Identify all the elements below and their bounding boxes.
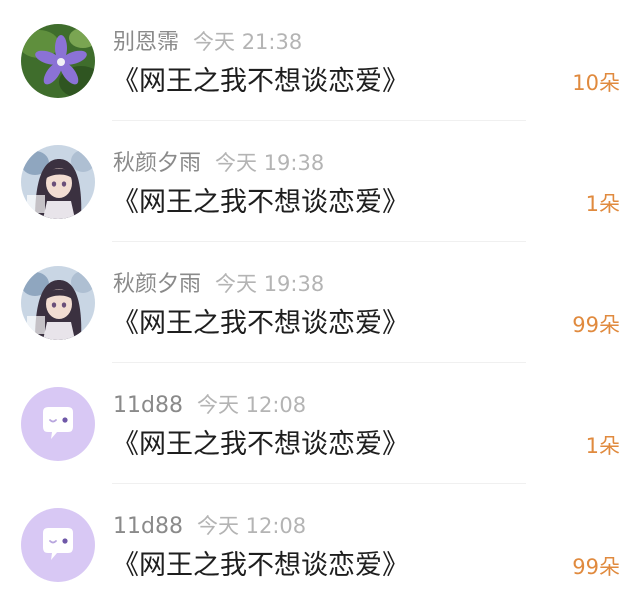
book-title[interactable]: 《网王之我不想谈恋爱》 (112, 548, 409, 584)
flower-count: 99朵 (572, 313, 620, 337)
flower-count: 1朵 (585, 192, 620, 216)
flower-count: 1朵 (585, 434, 620, 458)
username[interactable]: 秋颜夕雨 (113, 151, 201, 176)
list-item[interactable]: 别恩霈 今天 21:38 《网王之我不想谈恋爱》 10朵 (0, 0, 640, 121)
username[interactable]: 11d88 (113, 514, 183, 539)
book-title[interactable]: 《网王之我不想谈恋爱》 (112, 185, 409, 221)
list-item[interactable]: 11d88 今天 12:08 《网王之我不想谈恋爱》 99朵 (0, 484, 640, 605)
list-item[interactable]: 11d88 今天 12:08 《网王之我不想谈恋爱》 1朵 (0, 363, 640, 484)
book-title[interactable]: 《网王之我不想谈恋爱》 (112, 64, 409, 100)
list-item[interactable]: 秋颜夕雨 今天 19:38 《网王之我不想谈恋爱》 1朵 (0, 121, 640, 242)
timestamp: 今天 12:08 (196, 393, 307, 417)
username[interactable]: 秋颜夕雨 (113, 272, 201, 297)
flower-count: 99朵 (572, 555, 620, 579)
default-chat-bubble-avatar[interactable] (21, 387, 95, 461)
book-title[interactable]: 《网王之我不想谈恋爱》 (112, 427, 409, 463)
username[interactable]: 11d88 (113, 393, 183, 418)
anime-girl-avatar[interactable] (21, 145, 95, 219)
flower-avatar[interactable] (21, 24, 95, 98)
timestamp: 今天 19:38 (215, 151, 325, 175)
list-item[interactable]: 秋颜夕雨 今天 19:38 《网王之我不想谈恋爱》 99朵 (0, 242, 640, 363)
flower-count: 10朵 (572, 71, 620, 95)
timestamp: 今天 21:38 (193, 30, 303, 54)
gift-record-list: 别恩霈 今天 21:38 《网王之我不想谈恋爱》 10朵 秋颜夕雨 今天 19:38 (0, 0, 640, 609)
book-title[interactable]: 《网王之我不想谈恋爱》 (112, 306, 409, 342)
timestamp: 今天 12:08 (196, 514, 307, 538)
anime-girl-avatar[interactable] (21, 266, 95, 340)
timestamp: 今天 19:38 (215, 272, 325, 296)
username[interactable]: 别恩霈 (113, 30, 179, 55)
default-chat-bubble-avatar[interactable] (21, 508, 95, 582)
